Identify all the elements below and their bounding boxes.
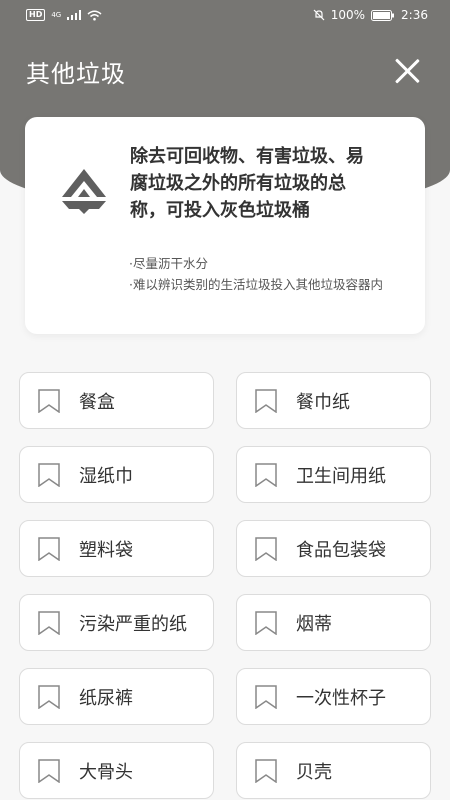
category-tips: ·尽量沥干水分 ·难以辨识类别的生活垃圾投入其他垃圾容器内 (129, 254, 409, 296)
item-card[interactable]: 大骨头 (19, 742, 214, 799)
bookmark-icon (38, 684, 60, 709)
bookmark-icon (38, 758, 60, 783)
item-card[interactable]: 食品包装袋 (236, 520, 431, 577)
network-type: 4G (51, 11, 62, 19)
status-left: HD 4G (26, 9, 102, 21)
page-title: 其他垃圾 (26, 59, 126, 88)
info-card: 除去可回收物、有害垃圾、易腐垃圾之外的所有垃圾的总称，可投入灰色垃圾桶 ·尽量沥… (25, 117, 425, 334)
item-card[interactable]: 烟蒂 (236, 594, 431, 651)
status-bar: HD 4G 100% 2:36 (0, 0, 450, 30)
item-card[interactable]: 卫生间用纸 (236, 446, 431, 503)
item-card[interactable]: 贝壳 (236, 742, 431, 799)
tip-item: ·难以辨识类别的生活垃圾投入其他垃圾容器内 (129, 277, 383, 292)
other-waste-logo-icon (62, 169, 106, 214)
bookmark-icon (38, 388, 60, 413)
item-card[interactable]: 塑料袋 (19, 520, 214, 577)
bookmark-icon (255, 610, 277, 635)
clock: 2:36 (401, 8, 428, 22)
item-card[interactable]: 餐盒 (19, 372, 214, 429)
item-grid: 餐盒 餐巾纸 湿纸巾 卫生间用纸 塑料袋 食品包装袋 污染严重的纸 烟蒂 纸尿裤… (19, 372, 431, 799)
hd-badge: HD (26, 9, 46, 21)
bookmark-icon (38, 610, 60, 635)
item-card[interactable]: 湿纸巾 (19, 446, 214, 503)
item-label: 餐巾纸 (296, 391, 350, 413)
item-label: 贝壳 (296, 761, 332, 783)
close-button[interactable] (392, 56, 422, 86)
battery-percent: 100% (330, 8, 366, 22)
item-card[interactable]: 餐巾纸 (236, 372, 431, 429)
item-label: 湿纸巾 (79, 465, 133, 487)
signal-icon (67, 10, 82, 20)
tip-item: ·尽量沥干水分 (129, 256, 208, 271)
bookmark-icon (255, 462, 277, 487)
category-description: 除去可回收物、有害垃圾、易腐垃圾之外的所有垃圾的总称，可投入灰色垃圾桶 (130, 146, 364, 221)
item-label: 塑料袋 (79, 539, 133, 561)
item-label: 烟蒂 (296, 613, 332, 635)
battery-icon (371, 9, 395, 21)
item-label: 卫生间用纸 (296, 465, 386, 487)
bookmark-icon (255, 684, 277, 709)
item-card[interactable]: 污染严重的纸 (19, 594, 214, 651)
title-bar: 其他垃圾 (0, 48, 450, 94)
item-label: 污染严重的纸 (79, 613, 187, 635)
item-label: 食品包装袋 (296, 539, 386, 561)
wifi-icon (87, 10, 102, 20)
item-card[interactable]: 纸尿裤 (19, 668, 214, 725)
bookmark-icon (255, 758, 277, 783)
item-label: 大骨头 (79, 761, 133, 783)
bookmark-icon (38, 536, 60, 561)
item-label: 纸尿裤 (79, 687, 133, 709)
bookmark-icon (255, 536, 277, 561)
bookmark-icon (255, 388, 277, 413)
status-right: 100% 2:36 (313, 8, 428, 22)
item-label: 餐盒 (79, 391, 115, 413)
item-card[interactable]: 一次性杯子 (236, 668, 431, 725)
item-label: 一次性杯子 (296, 687, 386, 709)
mute-bell-icon (313, 9, 325, 21)
bookmark-icon (38, 462, 60, 487)
